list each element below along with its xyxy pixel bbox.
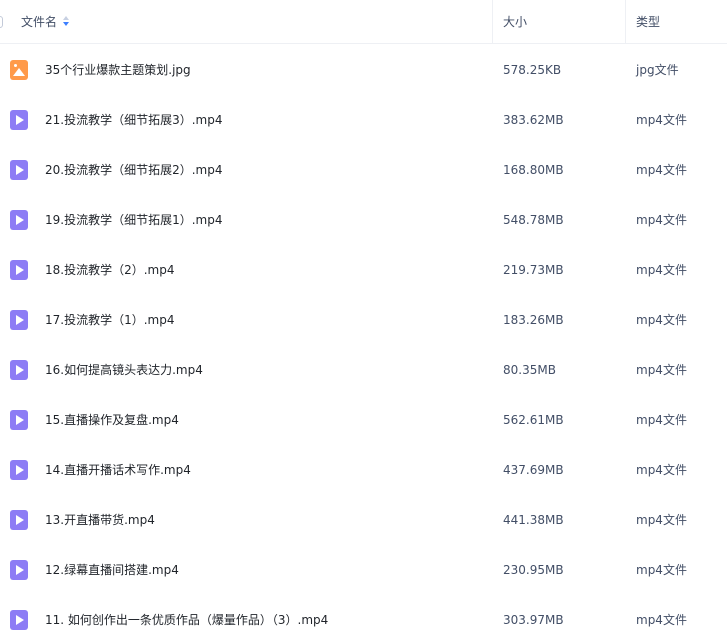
table-row[interactable]: 13.开直播带货.mp4 441.38MB mp4文件 (0, 495, 727, 545)
file-list-table: 文件名 大小 类型 35个行业爆款主题策划.jpg 578.25KB jpg文件… (0, 0, 727, 630)
file-name[interactable]: 11. 如何创作出一条优质作品（爆量作品）（3）.mp4 (45, 595, 328, 630)
file-type: mp4文件 (636, 163, 687, 177)
file-size: 80.35MB (503, 363, 556, 377)
file-type: mp4文件 (636, 113, 687, 127)
table-header: 文件名 大小 类型 (0, 0, 727, 44)
file-name[interactable]: 21.投流教学（细节拓展3）.mp4 (45, 95, 222, 145)
file-size: 219.73MB (503, 263, 564, 277)
file-name[interactable]: 16.如何提高镜头表达力.mp4 (45, 345, 203, 395)
file-type: mp4文件 (636, 513, 687, 527)
file-size: 303.97MB (503, 613, 564, 627)
file-size: 548.78MB (503, 213, 564, 227)
file-type: mp4文件 (636, 363, 687, 377)
file-size: 168.80MB (503, 163, 564, 177)
table-row[interactable]: 15.直播操作及复盘.mp4 562.61MB mp4文件 (0, 395, 727, 445)
file-size: 578.25KB (503, 63, 562, 77)
file-type: mp4文件 (636, 563, 687, 577)
video-file-icon (10, 410, 28, 430)
table-row[interactable]: 14.直播开播话术写作.mp4 437.69MB mp4文件 (0, 445, 727, 495)
file-type: mp4文件 (636, 413, 687, 427)
column-divider[interactable] (625, 0, 626, 43)
file-size: 441.38MB (503, 513, 564, 527)
video-file-icon (10, 610, 28, 630)
video-file-icon (10, 210, 28, 230)
column-divider[interactable] (492, 0, 493, 43)
file-type: mp4文件 (636, 263, 687, 277)
table-row[interactable]: 35个行业爆款主题策划.jpg 578.25KB jpg文件 (0, 45, 727, 95)
file-name[interactable]: 12.绿幕直播间搭建.mp4 (45, 545, 179, 595)
table-row[interactable]: 20.投流教学（细节拓展2）.mp4 168.80MB mp4文件 (0, 145, 727, 195)
video-file-icon (10, 310, 28, 330)
file-name[interactable]: 17.投流教学（1）.mp4 (45, 295, 174, 345)
column-header-size[interactable]: 大小 (503, 0, 527, 43)
table-row[interactable]: 21.投流教学（细节拓展3）.mp4 383.62MB mp4文件 (0, 95, 727, 145)
file-name[interactable]: 35个行业爆款主题策划.jpg (45, 45, 191, 95)
select-all-checkbox[interactable] (0, 16, 3, 28)
column-header-name-label: 文件名 (21, 15, 58, 29)
file-name[interactable]: 18.投流教学（2）.mp4 (45, 245, 174, 295)
table-row[interactable]: 19.投流教学（细节拓展1）.mp4 548.78MB mp4文件 (0, 195, 727, 245)
video-file-icon (10, 510, 28, 530)
file-size: 437.69MB (503, 463, 564, 477)
video-file-icon (10, 260, 28, 280)
file-name[interactable]: 19.投流教学（细节拓展1）.mp4 (45, 195, 222, 245)
table-row[interactable]: 11. 如何创作出一条优质作品（爆量作品）（3）.mp4 303.97MB mp… (0, 595, 727, 630)
file-name[interactable]: 14.直播开播话术写作.mp4 (45, 445, 191, 495)
sort-icon[interactable] (63, 16, 70, 27)
table-row[interactable]: 18.投流教学（2）.mp4 219.73MB mp4文件 (0, 245, 727, 295)
file-type: mp4文件 (636, 313, 687, 327)
file-size: 230.95MB (503, 563, 564, 577)
column-header-type-label: 类型 (636, 15, 661, 29)
table-row[interactable]: 17.投流教学（1）.mp4 183.26MB mp4文件 (0, 295, 727, 345)
file-type: mp4文件 (636, 613, 687, 627)
file-size: 562.61MB (503, 413, 564, 427)
file-name[interactable]: 13.开直播带货.mp4 (45, 495, 155, 545)
column-header-type[interactable]: 类型 (636, 0, 660, 43)
column-header-name[interactable]: 文件名 (21, 0, 70, 43)
column-header-size-label: 大小 (503, 15, 528, 29)
file-size: 383.62MB (503, 113, 564, 127)
file-rows: 35个行业爆款主题策划.jpg 578.25KB jpg文件 21.投流教学（细… (0, 45, 727, 630)
file-name[interactable]: 15.直播操作及复盘.mp4 (45, 395, 179, 445)
video-file-icon (10, 560, 28, 580)
table-row[interactable]: 16.如何提高镜头表达力.mp4 80.35MB mp4文件 (0, 345, 727, 395)
video-file-icon (10, 460, 28, 480)
file-type: mp4文件 (636, 213, 687, 227)
file-type: mp4文件 (636, 463, 687, 477)
image-file-icon (10, 60, 28, 80)
video-file-icon (10, 360, 28, 380)
video-file-icon (10, 110, 28, 130)
file-size: 183.26MB (503, 313, 564, 327)
video-file-icon (10, 160, 28, 180)
file-type: jpg文件 (636, 63, 679, 77)
file-name[interactable]: 20.投流教学（细节拓展2）.mp4 (45, 145, 222, 195)
table-row[interactable]: 12.绿幕直播间搭建.mp4 230.95MB mp4文件 (0, 545, 727, 595)
